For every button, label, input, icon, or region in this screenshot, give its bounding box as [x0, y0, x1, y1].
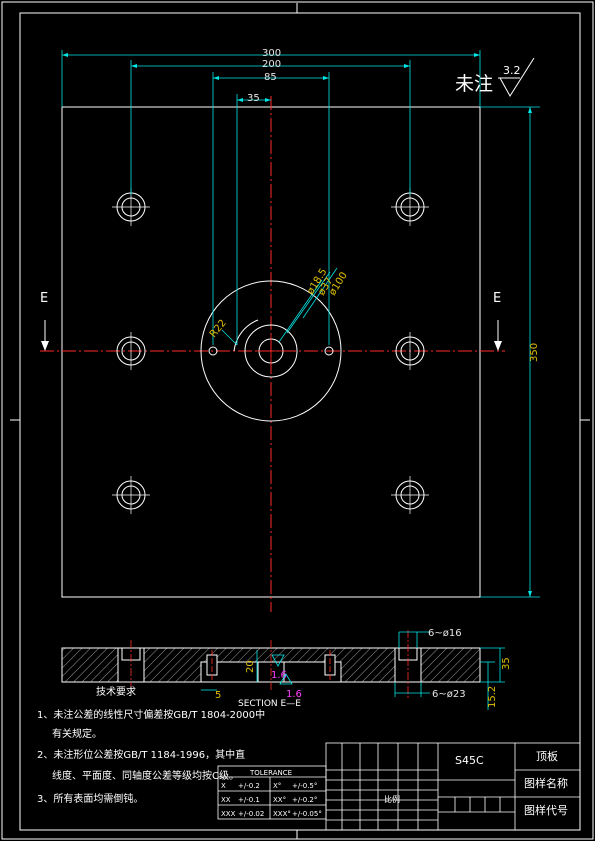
dim-section-5: 5	[215, 690, 221, 701]
tol-cell: XX	[221, 796, 231, 804]
dim-section-35: 35	[501, 657, 512, 670]
bolt-hole-bl	[112, 476, 150, 514]
dim-35: 35	[247, 93, 260, 104]
scale-label: 比例	[384, 794, 400, 804]
plan-view: E E 300 200 85 35 350 ø18.5 ø37 ø100 R22	[40, 48, 540, 612]
section-caption: SECTION E—E	[238, 699, 301, 709]
part-name: 顶板	[536, 749, 558, 763]
dim-section-15: 15.2	[487, 686, 498, 708]
tol-cell: +/-0.02	[238, 810, 264, 818]
bolt-hole-br	[391, 476, 429, 514]
dim-350: 350	[529, 343, 540, 362]
dim-300: 300	[262, 48, 281, 59]
dim-200: 200	[262, 59, 281, 70]
surface-note-label: 未注	[455, 73, 493, 95]
tol-cell: XXX	[221, 810, 236, 818]
tech-req-line-2: 有关规定。	[52, 727, 102, 740]
surface-roughness-note: 未注 3.2	[455, 57, 535, 97]
technical-requirements: 技术要求 1、未注公差的线性尺寸偏差按GB/T 1804-2000中 有关规定。…	[37, 685, 265, 805]
dim-6-d16: 6~ø16	[428, 628, 462, 639]
section-arrow-right: E	[493, 291, 502, 351]
tol-cell: +/-0.2	[238, 782, 260, 790]
tol-cell: +/-0.2°	[292, 796, 317, 804]
tolerance-heading: TOLERANCE	[249, 769, 292, 777]
section-label-right: E	[493, 291, 501, 306]
tech-req-line-1: 1、未注公差的线性尺寸偏差按GB/T 1804-2000中	[37, 708, 265, 721]
drawing-sheet: E E 300 200 85 35 350 ø18.5 ø37 ø100 R22…	[1, 1, 594, 840]
dim-85: 85	[264, 72, 277, 83]
dim-section-20: 20	[245, 660, 256, 673]
section-arrow-left: E	[40, 291, 49, 351]
tol-cell: X°	[273, 782, 281, 790]
tolerance-rows: X +/-0.2 X° +/-0.5° XX +/-0.1 XX° +/-0.2…	[221, 782, 322, 818]
tech-req-line-5: 3、所有表面均需倒钝。	[37, 792, 143, 805]
drawing-code-label: 图样代号	[524, 803, 568, 817]
material-label: S45C	[455, 754, 484, 767]
tol-cell: +/-0.1	[238, 796, 260, 804]
tech-req-heading: 技术要求	[96, 685, 136, 698]
dim-6-d23: 6~ø23	[432, 689, 466, 700]
tol-cell: XX°	[273, 796, 286, 804]
section-label-left: E	[40, 291, 48, 306]
surface-note-value: 3.2	[503, 64, 521, 77]
dim-r22: R22	[208, 318, 229, 340]
tech-req-line-3: 2、未注形位公差按GB/T 1184-1996，其中直	[37, 748, 245, 761]
tol-cell: XXX°	[273, 810, 291, 818]
tol-cell: +/-0.5°	[292, 782, 317, 790]
tech-req-line-4: 线度、平面度、同轴度公差等级均按C级。	[52, 769, 239, 782]
tol-cell: +/-0.05°	[292, 810, 322, 818]
drawing-name-label: 图样名称	[524, 776, 568, 790]
slot-r22	[233, 319, 259, 352]
roughness-mark-a: 1.6	[271, 670, 287, 681]
tol-cell: X	[221, 782, 226, 790]
